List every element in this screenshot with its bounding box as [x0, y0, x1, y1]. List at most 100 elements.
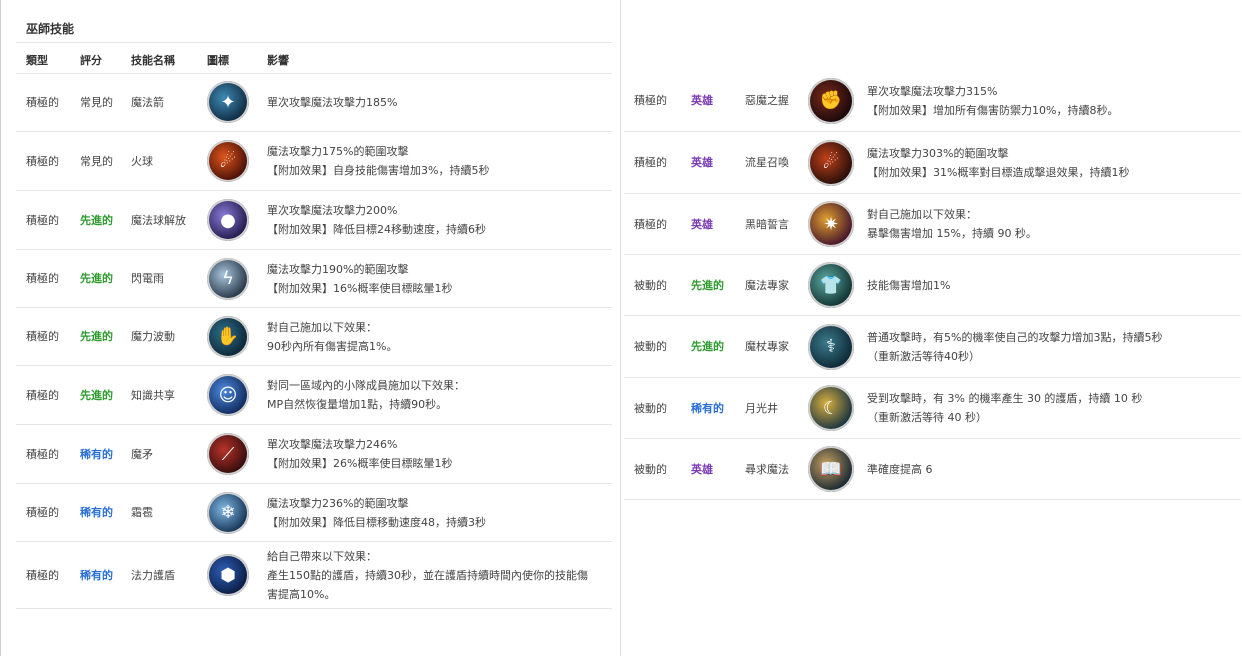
table-row: 積極的 先進的 知識共享 ☺ 對同一區域內的小隊成員施加以下效果： MP自然恢復量增加1點… [16, 366, 612, 425]
skill-name: 魔杖專家 [745, 340, 789, 353]
effect-line: 單次攻擊魔法攻擊力246% [267, 438, 398, 451]
seek-magic-icon: 📖 [808, 446, 854, 492]
mana-wave-icon: ✋ [207, 315, 249, 358]
skill-effect: 魔法攻擊力236%的範圍攻擊 【附加效果】降低目標移動速度48，持續3秒 [267, 494, 627, 532]
mana-shield-icon: ⬢ [207, 554, 249, 596]
skill-name: 尋求魔法 [745, 462, 789, 476]
skill-name: 魔法專家 [745, 278, 789, 292]
magic-expert-icon: 👕 [808, 262, 854, 308]
skill-rarity: 英雄 [691, 462, 713, 476]
icon-glyph: 👕 [819, 274, 843, 296]
wand-expert-icon: ⚕ [808, 323, 854, 370]
table-header: 類型 評分 技能名稱 圖標 影響 [16, 43, 612, 74]
table-row: 積極的 英雄 惡魔之握 ✊ 單次攻擊魔法攻擊力315% 【附加效果】增加所有傷害防禦力10… [624, 70, 1241, 132]
effect-line: 魔法攻擊力303%的範圍攻擊 [867, 146, 1009, 160]
effect-line: 魔法攻擊力175%的範圍攻擊 [267, 145, 409, 158]
effect-line: 90秒內所有傷害提高1%。 [267, 339, 398, 353]
effect-line: 單次攻擊魔法攻擊力315% [867, 84, 998, 98]
effect-line: 單次攻擊魔法攻擊力185% [267, 95, 398, 109]
frost-hail-icon: ❄ [207, 491, 249, 534]
skill-effect: 技能傷害增加1% [867, 276, 1237, 295]
fireball-icon: ☄ [207, 140, 249, 182]
magic-arrow-icon: ✦ [207, 81, 249, 123]
magic-orb-release-icon: ● [207, 199, 249, 241]
skill-name: 流星召喚 [745, 156, 789, 169]
skill-type: 被動的 [634, 278, 667, 292]
skill-effect: 單次攻擊魔法攻擊力200% 【附加效果】降低目標24移動速度，持續6秒 [267, 201, 627, 239]
effect-line: 暴擊傷害增加 15%，持續 90 秒。 [867, 227, 1037, 240]
lightning-rain-icon: ϟ [207, 257, 249, 300]
skill-effect: 魔法攻擊力190%的範圍攻擊【附加效果】16%概率使目標眩暈1秒 [267, 260, 627, 298]
right-skill-table: 積極的 英雄 惡魔之握 ✊ 單次攻擊魔法攻擊力315% 【附加效果】增加所有傷害防禦力10… [620, 0, 1242, 656]
left-skill-table: 巫師技能 類型 評分 技能名稱 圖標 影響 積極的 常見的 魔法箭 ✦ 單次攻擊魔法攻擊… [0, 0, 620, 656]
skill-name: 魔法球解放 [131, 213, 186, 227]
skill-type: 積極的 [26, 447, 59, 461]
skill-rarity: 稀有的 [80, 568, 113, 582]
effect-line: 【附加效果】降低目標移動速度48，持續3秒 [267, 515, 486, 529]
icon-glyph: ✷ [823, 213, 839, 235]
skill-effect: 單次攻擊魔法攻擊力185% [267, 93, 627, 112]
skill-type: 積極的 [26, 272, 59, 285]
table-row: 積極的 英雄 流星召喚 ☄ 魔法攻擊力303%的範圍攻擊 【附加效果】31%概率對目標造成… [624, 132, 1241, 194]
skill-rarity: 英雄 [691, 217, 713, 231]
icon-glyph: ⚕ [826, 336, 836, 357]
skill-effect: 對自己施加以下效果： 90秒內所有傷害提高1%。 [267, 318, 627, 356]
effect-line: 魔法攻擊力190%的範圍攻擊 [267, 262, 409, 276]
icon-glyph: ✦ [220, 91, 236, 113]
skill-rarity: 稀有的 [80, 506, 113, 519]
icon-glyph: ⬢ [220, 564, 236, 586]
table-row: 積極的 常見的 火球 ☄ 魔法攻擊力175%的範圍攻擊 【附加效果】自身技能傷害增加3%，… [16, 132, 612, 191]
section-title: 巫師技能 [26, 22, 75, 36]
table-row: 被動的 英雄 尋求魔法 📖 準確度提高 6 [624, 439, 1241, 500]
skill-rarity: 稀有的 [80, 447, 113, 461]
skill-type: 積極的 [26, 95, 59, 109]
icon-glyph: ☾ [822, 397, 840, 419]
icon-glyph: ✊ [819, 90, 843, 111]
skill-type: 被動的 [634, 462, 667, 476]
icon-glyph: ⟋ [221, 443, 235, 465]
icon-glyph: ☄ [219, 150, 237, 172]
effect-line: 【附加效果】16%概率使目標眩暈1秒 [267, 281, 453, 295]
effect-line: 【附加效果】自身技能傷害增加3%，持續5秒 [267, 164, 490, 177]
skill-type: 積極的 [26, 330, 59, 343]
table-row: 被動的 先進的 魔杖專家 ⚕ 普通攻擊時，有5%的機率使自己的攻擊力增加3點，持續5秒 （… [624, 316, 1241, 378]
table-row: 積極的 稀有的 魔矛 ⟋ 單次攻擊魔法攻擊力246% 【附加效果】26%概率使目標眩暈1秒 [16, 425, 612, 484]
effect-line: 對自己施加以下效果： [267, 320, 377, 334]
meteor-summon-icon: ☄ [808, 139, 854, 186]
effect-line: 對同一區域內的小隊成員施加以下效果： [267, 379, 465, 392]
skill-rarity: 先進的 [80, 272, 113, 285]
effect-line: （重新激活等待 40 秒） [867, 411, 987, 424]
icon-glyph: ϟ [222, 268, 234, 289]
skill-type: 積極的 [26, 213, 59, 227]
table-row: 積極的 先進的 閃電雨 ϟ 魔法攻擊力190%的範圍攻擊 【附加效果】16%概率使目標眩暈… [16, 250, 612, 308]
skill-type: 被動的 [634, 340, 667, 353]
header-effect: 影響 [267, 54, 289, 67]
dark-oath-icon: ✷ [808, 201, 854, 247]
effect-line: 產生150點的護盾，持續30秒，並在護盾持續時間內使你的技能傷 [267, 568, 588, 582]
effect-line: 【附加效果】降低目標24移動速度，持續6秒 [267, 223, 486, 236]
skill-type: 積極的 [634, 156, 667, 169]
skill-rarity: 先進的 [691, 340, 724, 353]
table-row: 積極的 稀有的 霜雹 ❄ 魔法攻擊力236%的範圍攻擊 【附加效果】降低目標移動速度48，… [16, 484, 612, 542]
skill-name: 霜雹 [131, 506, 153, 519]
effect-line: 對自己施加以下效果： [867, 208, 977, 221]
table-row: 積極的 英雄 黑暗誓言 ✷ 對自己施加以下效果： 暴擊傷害增加 15%，持續 90 秒。 [624, 194, 1241, 255]
icon-glyph: 📖 [819, 458, 843, 480]
skill-rarity: 常見的 [80, 95, 113, 109]
skill-effect: 對同一區域內的小隊成員施加以下效果： MP自然恢復量增加1點，持續90秒。 [267, 376, 627, 414]
skill-type: 積極的 [26, 154, 59, 168]
effect-line: 單次攻擊魔法攻擊力200% [267, 204, 398, 217]
skill-name: 月光井 [745, 401, 778, 415]
skill-effect: 準確度提高 6 [867, 460, 1237, 479]
skill-effect: 給自己帶來以下效果： 產生150點的護盾，持續30秒，並在護盾持續時間內使你的技能… [267, 547, 627, 604]
skill-type: 積極的 [26, 568, 59, 582]
table-row: 積極的 常見的 魔法箭 ✦ 單次攻擊魔法攻擊力185% [16, 73, 612, 132]
skill-effect: 魔法攻擊力175%的範圍攻擊【附加效果】自身技能傷害增加3%，持續5秒 [267, 142, 627, 180]
skill-name: 惡魔之握 [745, 94, 789, 107]
effect-line: 害提高10%。 [267, 587, 336, 601]
skill-rarity: 先進的 [80, 213, 113, 227]
skill-rarity: 英雄 [691, 156, 713, 169]
table-row: 被動的 稀有的 月光井 ☾ 受到攻擊時，有 3% 的機率產生 30 的護盾，持續 10 … [624, 378, 1241, 439]
icon-glyph: ❄ [220, 502, 236, 523]
knowledge-share-icon: ☺ [207, 374, 249, 416]
